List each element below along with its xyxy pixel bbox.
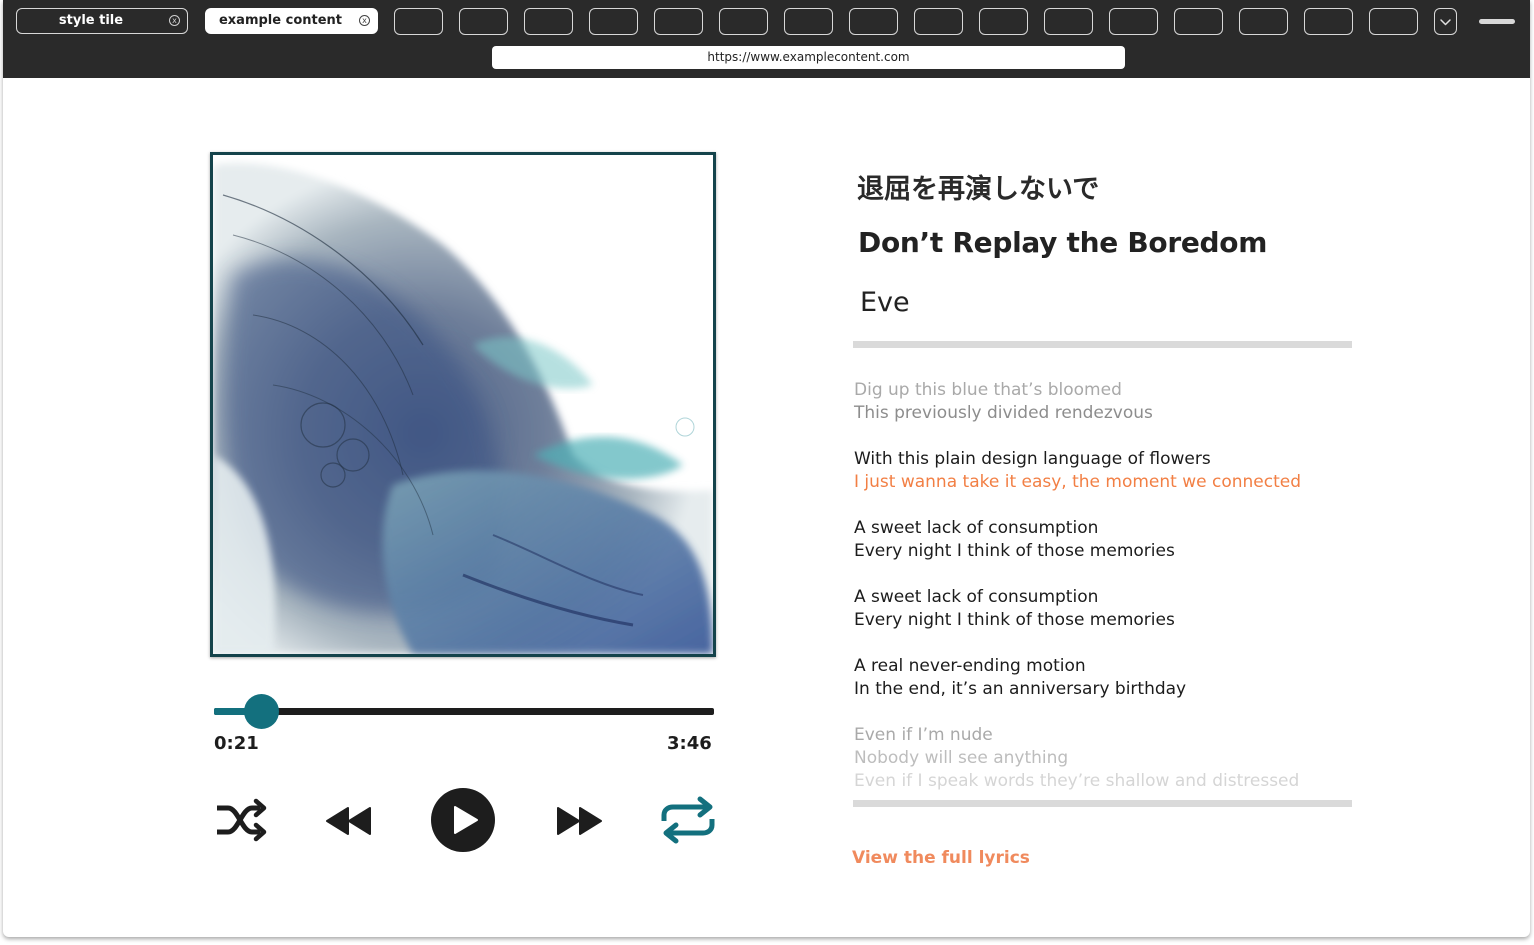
repeat-icon (661, 796, 715, 844)
browser-toolbar: style tile x example content x https://w… (3, 0, 1530, 78)
empty-tab[interactable] (719, 8, 768, 35)
album-cover (210, 152, 716, 657)
tab-list-dropdown[interactable] (1434, 8, 1457, 35)
lyrics-bottom-divider (853, 800, 1352, 807)
browser-window: style tile x example content x https://w… (3, 0, 1530, 937)
album-artwork-image (213, 155, 713, 654)
lyrics-top-divider (853, 341, 1352, 348)
empty-tab[interactable] (914, 8, 963, 35)
empty-tab[interactable] (589, 8, 638, 35)
empty-tab[interactable] (524, 8, 573, 35)
empty-tab[interactable] (849, 8, 898, 35)
lyrics-stanza: Even if I’m nude Nobody will see anythin… (854, 724, 1354, 793)
lyric-line: Dig up this blue that’s bloomed (854, 380, 1122, 400)
tab-label: style tile (58, 13, 124, 28)
lyric-line: A sweet lack of consumption (854, 518, 1099, 538)
lyric-line: Nobody will see anything (854, 748, 1069, 768)
lyric-line-current: I just wanna take it easy, the moment we… (854, 472, 1302, 492)
lyrics-panel: Dig up this blue that’s bloomed This pre… (854, 379, 1354, 816)
progress-track[interactable] (214, 708, 714, 715)
close-icon[interactable]: x (169, 15, 180, 26)
empty-tab[interactable] (1304, 8, 1353, 35)
progress-handle[interactable] (243, 694, 279, 729)
lyric-line: Every night I think of those memories (854, 610, 1175, 630)
song-title-japanese: 退屈を再演しないで (857, 174, 1100, 205)
shuffle-button[interactable] (214, 796, 268, 848)
chevron-down-icon (1440, 19, 1451, 26)
empty-tab[interactable] (1239, 8, 1288, 35)
empty-tab[interactable] (1044, 8, 1093, 35)
minimize-button[interactable] (1479, 19, 1515, 24)
artist-name: Eve (860, 287, 910, 318)
address-bar[interactable]: https://www.examplecontent.com (492, 46, 1125, 69)
lyric-line: Even if I’m nude (854, 725, 993, 745)
lyrics-stanza: A sweet lack of consumption Every night … (854, 517, 1354, 563)
empty-tab[interactable] (1369, 8, 1418, 35)
empty-tab[interactable] (979, 8, 1028, 35)
fast-forward-icon (557, 807, 602, 835)
lyric-line: This previously divided rendezvous (854, 403, 1153, 423)
empty-tab[interactable] (1109, 8, 1158, 35)
rewind-button[interactable] (324, 805, 374, 841)
close-icon[interactable]: x (359, 15, 370, 26)
lyric-line: A sweet lack of consumption (854, 587, 1099, 607)
empty-tab[interactable] (1174, 8, 1223, 35)
lyrics-stanza: With this plain design language of flowe… (854, 448, 1354, 494)
empty-tab[interactable] (784, 8, 833, 35)
repeat-button[interactable] (658, 795, 718, 849)
lyric-line: Every night I think of those memories (854, 541, 1175, 561)
tab-example-content[interactable]: example content x (205, 8, 378, 34)
song-title: Don’t Replay the Boredom (858, 226, 1268, 259)
lyrics-stanza: A sweet lack of consumption Every night … (854, 586, 1354, 632)
lyric-line: Even if I speak words they’re shallow an… (854, 771, 1300, 791)
shuffle-icon (217, 798, 267, 842)
lyric-line: With this plain design language of flowe… (854, 449, 1211, 469)
play-button[interactable] (430, 787, 496, 857)
tab-style-tile[interactable]: style tile x (16, 8, 188, 34)
empty-tab[interactable] (654, 8, 703, 35)
tab-label: example content (218, 13, 343, 28)
rewind-icon (326, 807, 371, 835)
empty-tab[interactable] (394, 8, 443, 35)
play-icon (431, 788, 495, 852)
lyrics-stanza: Dig up this blue that’s bloomed This pre… (854, 379, 1354, 425)
duration-time: 3:46 (667, 733, 712, 754)
lyric-line: In the end, it’s an anniversary birthday (854, 679, 1187, 699)
view-full-lyrics-link[interactable]: View the full lyrics (852, 848, 1030, 868)
lyric-line: A real never-ending motion (854, 656, 1086, 676)
fast-forward-button[interactable] (554, 805, 604, 841)
lyrics-stanza: A real never-ending motion In the end, i… (854, 655, 1354, 701)
elapsed-time: 0:21 (214, 733, 259, 754)
empty-tab[interactable] (459, 8, 508, 35)
